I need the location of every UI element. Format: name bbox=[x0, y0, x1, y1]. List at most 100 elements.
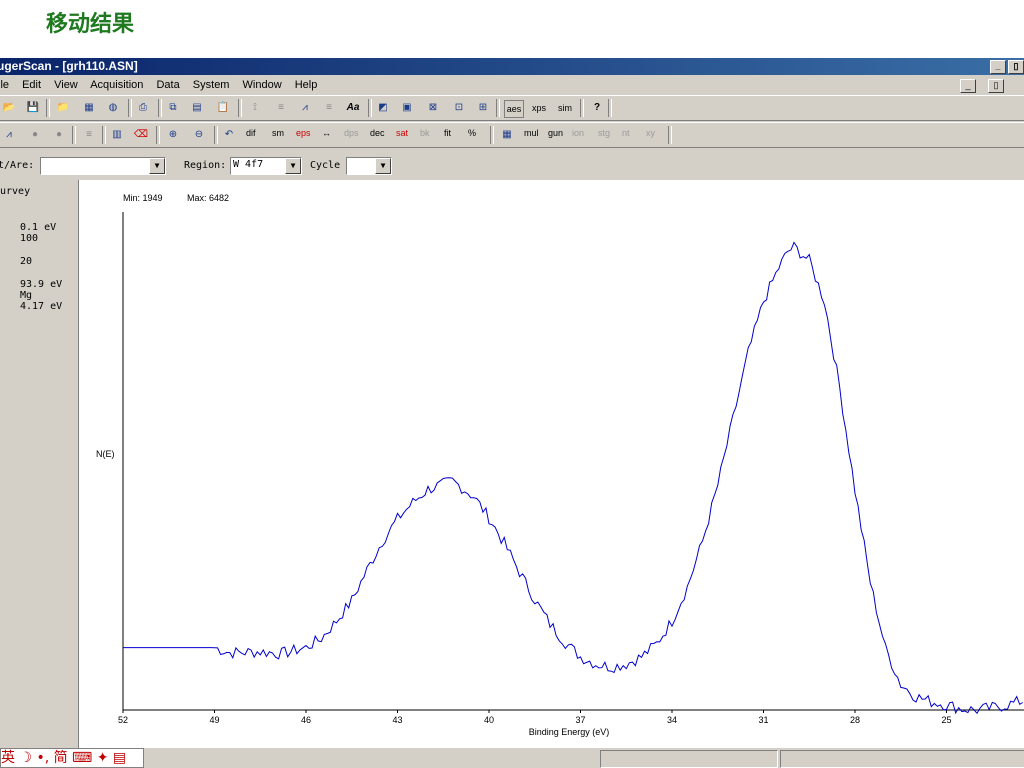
menu-acquisition[interactable]: Acquisition bbox=[90, 79, 143, 91]
point-area-label: t/Are: bbox=[0, 160, 35, 171]
pass-energy-value: 93.9 eV bbox=[20, 279, 63, 290]
spectrum-chart[interactable]: Min: 1949 Max: 6482 N(E) 52 49 46 43 40 37 34 3… bbox=[79, 180, 1024, 748]
stg-button[interactable]: stg bbox=[598, 128, 610, 138]
save-icon[interactable]: 💾 bbox=[24, 100, 42, 116]
menu-window[interactable]: Window bbox=[243, 79, 282, 91]
source-value: Mg bbox=[20, 290, 33, 301]
ime-toolbar[interactable]: 英 ☽ •, 简 ⌨ ✦ ▤ bbox=[0, 748, 144, 768]
spectrum-line bbox=[123, 241, 1024, 715]
selection-bar: t/Are: ▼ Region: W 4f7 ▼ Cycle ▼ bbox=[0, 154, 400, 178]
n1-value: 100 bbox=[20, 233, 39, 244]
font-icon[interactable]: Aa bbox=[344, 100, 362, 116]
status-panel-1 bbox=[600, 750, 778, 768]
chart3-icon[interactable]: ⊠ bbox=[424, 100, 442, 116]
cycle-select[interactable]: ▼ bbox=[346, 157, 392, 175]
fit-button[interactable]: fit bbox=[444, 128, 451, 138]
title-bar: ugerScan - [grh110.ASN] _ ▯ bbox=[0, 58, 1024, 75]
folder-icon[interactable]: 📁 bbox=[54, 100, 72, 116]
restore-icon[interactable]: ▯ bbox=[1008, 60, 1024, 74]
open-icon[interactable]: 📂 bbox=[0, 100, 18, 116]
ion-button[interactable]: ion bbox=[572, 128, 584, 138]
x-tick-label: 40 bbox=[484, 715, 494, 725]
n2-value: 20 bbox=[20, 256, 33, 267]
x-tick-label: 28 bbox=[850, 715, 860, 725]
fit-icon[interactable]: ⟟ bbox=[246, 100, 264, 116]
dps-button[interactable]: dps bbox=[344, 128, 359, 138]
menu-file[interactable]: ile bbox=[0, 79, 9, 91]
bar-icon[interactable]: ▥ bbox=[108, 127, 126, 143]
plot-area[interactable]: Min: 1949 Max: 6482 N(E) 52 49 46 43 40 37 34 3… bbox=[78, 180, 1024, 748]
fit2-icon[interactable]: ≡ bbox=[272, 100, 290, 116]
pagecopy-icon[interactable]: ▤ bbox=[188, 100, 206, 116]
point-icon[interactable]: ● bbox=[26, 127, 44, 143]
chart2-icon[interactable]: ▣ bbox=[398, 100, 416, 116]
chevron-down-icon[interactable]: ▼ bbox=[285, 158, 301, 174]
cycle-label: Cycle bbox=[310, 160, 341, 171]
chart4-icon[interactable]: ⊡ bbox=[450, 100, 468, 116]
clipboard-icon[interactable]: 📋 bbox=[214, 100, 232, 116]
zoom-out-icon[interactable]: ⊖ bbox=[190, 127, 208, 143]
mul-button[interactable]: mul bbox=[524, 128, 539, 138]
nt-button[interactable]: nt bbox=[622, 128, 630, 138]
x-axis-label: Binding Energy (eV) bbox=[529, 727, 610, 737]
slide-title: 移动结果 bbox=[46, 12, 135, 37]
gun-button[interactable]: gun bbox=[548, 128, 563, 138]
x-tick-label: 52 bbox=[118, 715, 128, 725]
list-icon[interactable]: ≡ bbox=[80, 127, 98, 143]
point-area-select[interactable]: ▼ bbox=[40, 157, 166, 175]
xps-icon[interactable]: xps bbox=[530, 100, 548, 116]
copy2-icon[interactable]: ⧉ bbox=[164, 100, 182, 116]
eps-button[interactable]: eps bbox=[296, 128, 311, 138]
sat-button[interactable]: sat bbox=[396, 128, 408, 138]
min-label: Min: 1949 bbox=[123, 193, 163, 203]
peak-icon[interactable]: ⩘ bbox=[296, 100, 314, 116]
child-minimize-icon[interactable]: _ bbox=[960, 79, 976, 93]
dif-button[interactable]: dif bbox=[246, 128, 256, 138]
chevron-down-icon[interactable]: ▼ bbox=[149, 158, 165, 174]
max-label: Max: 6482 bbox=[187, 193, 229, 203]
x-tick-label: 37 bbox=[575, 715, 585, 725]
chevron-down-icon[interactable]: ▼ bbox=[375, 158, 391, 174]
menu-view[interactable]: View bbox=[54, 79, 78, 91]
chart5-icon[interactable]: ⊞ bbox=[474, 100, 492, 116]
print-icon[interactable]: ⎙ bbox=[134, 100, 152, 116]
app-window: ugerScan - [grh110.ASN] _▯ ile Edit View… bbox=[0, 58, 1024, 768]
help-icon[interactable]: ? bbox=[588, 100, 606, 116]
bk-button[interactable]: bk bbox=[420, 128, 430, 138]
paste-icon[interactable]: ◍ bbox=[104, 100, 122, 116]
spectrum-add-icon[interactable]: ⩘ bbox=[0, 127, 18, 143]
x-tick-label: 46 bbox=[301, 715, 311, 725]
processing-toolbar: ⩘ ● ● ≡ ▥ ⌫ ⊕ ⊖ ↶ dif sm eps ↔ dps dec s… bbox=[0, 122, 1024, 148]
menu-bar: ile Edit View Acquisition Data System Wi… bbox=[0, 76, 1024, 94]
minimize-icon[interactable]: _ bbox=[990, 60, 1006, 74]
sm-button[interactable]: sm bbox=[272, 128, 284, 138]
erase-icon[interactable]: ⌫ bbox=[132, 127, 150, 143]
copy-icon[interactable]: ▦ bbox=[80, 100, 98, 116]
undo-icon[interactable]: ↶ bbox=[220, 127, 238, 143]
percent-button[interactable]: % bbox=[468, 128, 476, 138]
acquisition-info-panel: urvey 0.1 eV 100 20 93.9 eV Mg 4.17 eV bbox=[0, 180, 76, 748]
y-axis-label: N(E) bbox=[96, 449, 115, 459]
shift-button[interactable]: ↔ bbox=[322, 128, 331, 138]
menu-data[interactable]: Data bbox=[156, 79, 179, 91]
point2-icon[interactable]: ● bbox=[50, 127, 68, 143]
menu-system[interactable]: System bbox=[193, 79, 230, 91]
x-tick-label: 25 bbox=[941, 715, 951, 725]
aes-icon[interactable]: aes bbox=[504, 100, 524, 118]
status-bar: 英 ☽ •, 简 ⌨ ✦ ▤ bbox=[0, 748, 1024, 768]
region-select[interactable]: W 4f7 ▼ bbox=[230, 157, 302, 175]
x-tick-label: 49 bbox=[209, 715, 219, 725]
dec-button[interactable]: dec bbox=[370, 128, 385, 138]
survey-label: urvey bbox=[0, 186, 31, 197]
chart1-icon[interactable]: ◩ bbox=[374, 100, 392, 116]
menu-edit[interactable]: Edit bbox=[22, 79, 41, 91]
label-icon[interactable]: ≡ bbox=[320, 100, 338, 116]
x-tick-label: 31 bbox=[758, 715, 768, 725]
step-value: 0.1 eV bbox=[20, 222, 57, 233]
sim-icon[interactable]: sim bbox=[556, 100, 574, 116]
xy-button[interactable]: xy bbox=[646, 128, 655, 138]
child-restore-icon[interactable]: ▯ bbox=[988, 79, 1004, 93]
zoom-in-icon[interactable]: ⊕ bbox=[164, 127, 182, 143]
grid-icon[interactable]: ▦ bbox=[498, 127, 516, 143]
menu-help[interactable]: Help bbox=[295, 79, 318, 91]
